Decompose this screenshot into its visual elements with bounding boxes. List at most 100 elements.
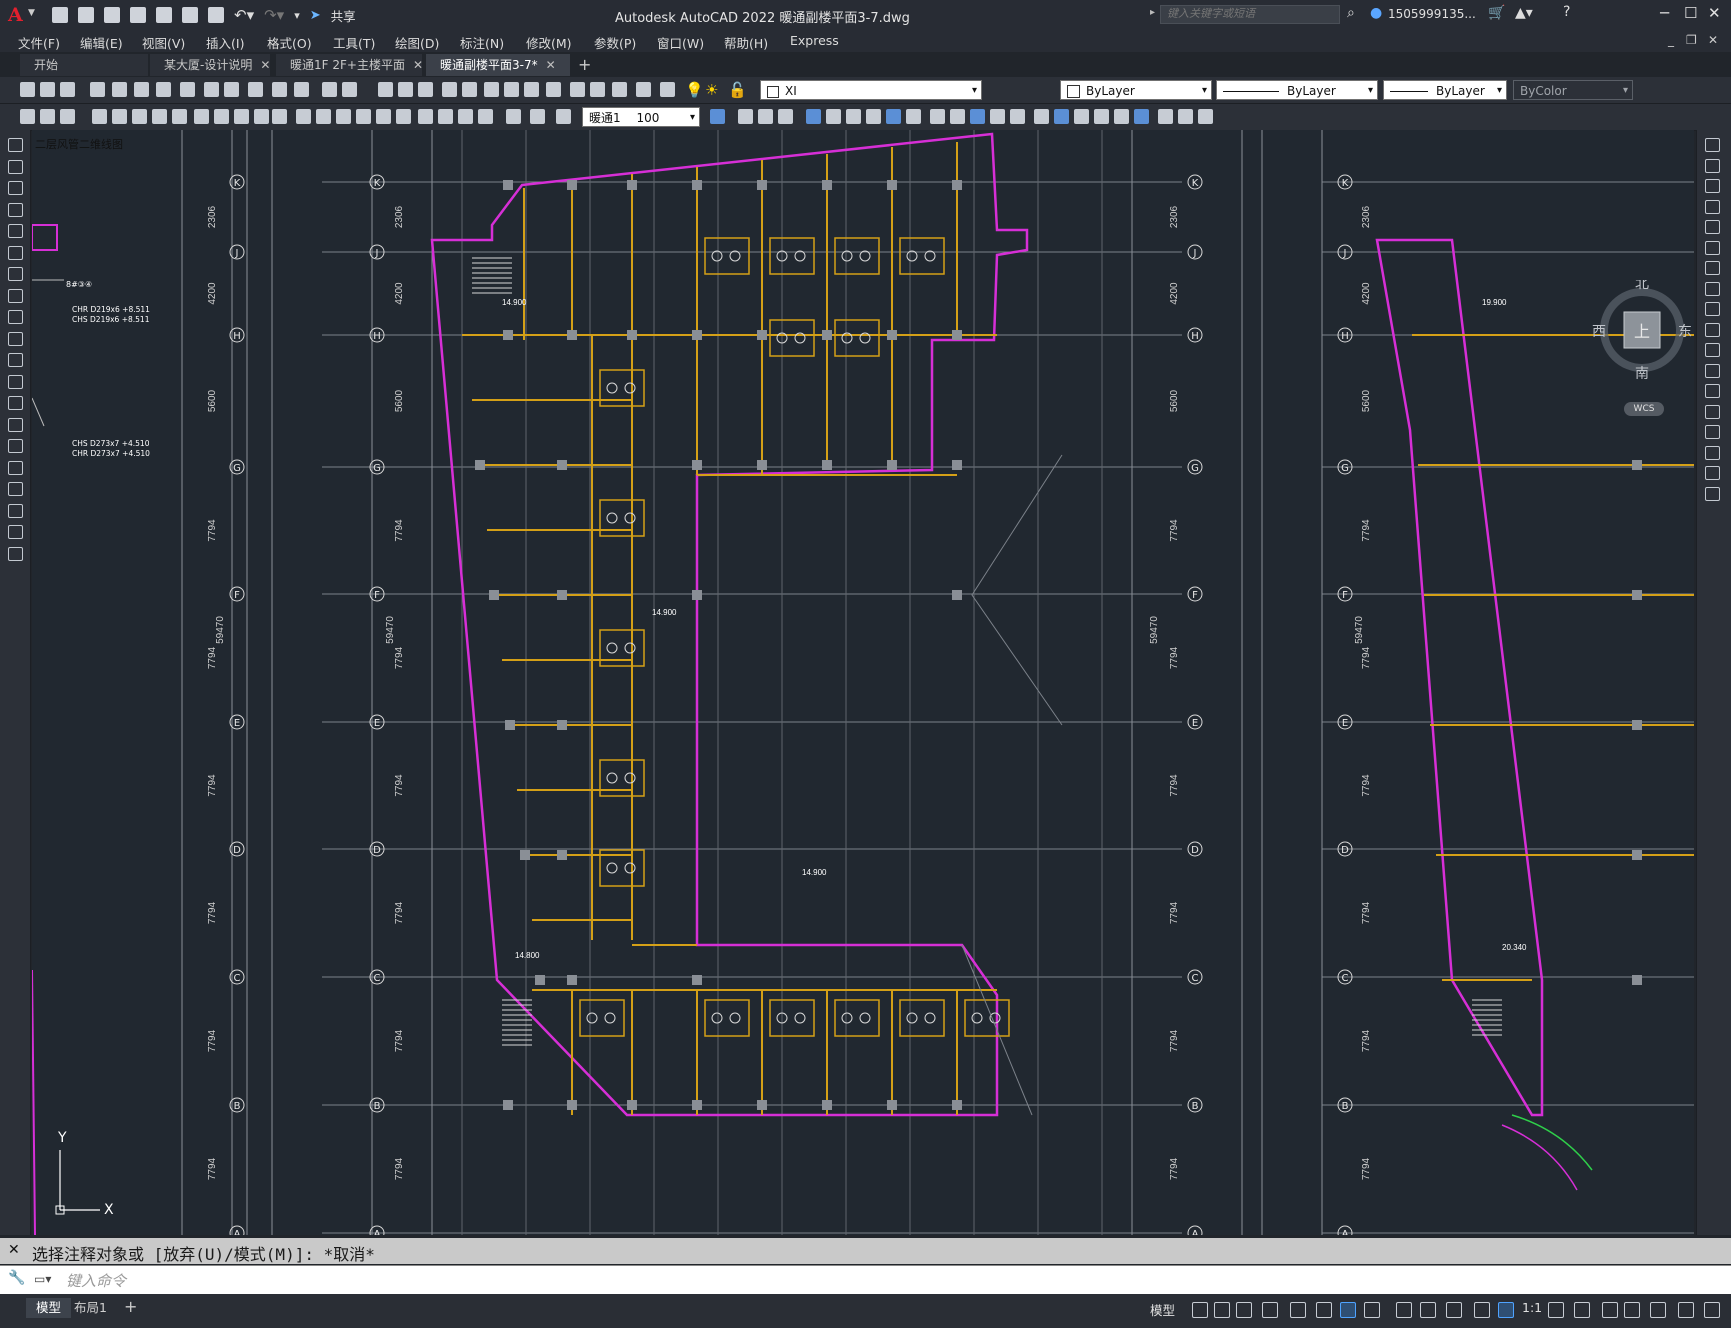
status-toggle-icon[interactable] [1704,1302,1720,1318]
draw-tool-icon[interactable] [8,331,23,346]
user-icon[interactable]: ● [1370,5,1382,21]
dimension-tool-icon[interactable] [92,109,107,124]
dimension-tool-icon[interactable] [336,109,351,124]
dimension-tool-icon[interactable] [1054,109,1069,124]
status-toggle-icon[interactable] [1498,1302,1514,1318]
dimension-tool-icon[interactable] [172,109,187,124]
dimension-tool-icon[interactable] [254,109,269,124]
dimension-tool-icon[interactable] [396,109,411,124]
dimension-tool-icon[interactable] [376,109,391,124]
dimension-tool-icon[interactable] [886,109,901,124]
standard-tool-icon[interactable] [524,82,539,97]
standard-tool-icon[interactable] [570,82,585,97]
dimension-tool-icon[interactable] [1094,109,1109,124]
new-tab-icon[interactable]: + [578,55,591,74]
share-icon[interactable]: ➤ [310,8,321,23]
draw-tool-icon[interactable] [8,546,23,561]
dimension-tool-icon[interactable] [194,109,209,124]
doc-close-icon[interactable]: ✕ [1708,33,1718,47]
plot-icon[interactable] [208,7,224,23]
tab-hvac-annex-3-7[interactable]: 暖通副楼平面3-7* ✕ [426,54,570,76]
dimension-tool-icon[interactable] [990,109,1005,124]
status-toggle-icon[interactable] [1474,1302,1490,1318]
status-toggle-icon[interactable] [1602,1302,1618,1318]
status-toggle-icon[interactable] [1446,1302,1462,1318]
dimension-tool-icon[interactable] [710,109,725,124]
menu-modify[interactable]: 修改(M) [526,33,572,52]
minimize-icon[interactable]: ─ [1660,4,1669,22]
modify-tool-icon[interactable] [1705,322,1720,337]
dimension-tool-icon[interactable] [132,109,147,124]
command-input[interactable] [64,1269,1688,1293]
draw-tool-icon[interactable] [8,288,23,303]
dimension-tool-icon[interactable] [458,109,473,124]
save-to-web-icon[interactable] [182,7,198,23]
draw-tool-icon[interactable] [8,439,23,453]
modify-tool-icon[interactable] [1705,425,1720,439]
modify-tool-icon[interactable] [1705,466,1720,480]
dimension-tool-icon[interactable] [272,109,287,124]
draw-tool-icon[interactable] [8,224,23,238]
draw-tool-icon[interactable] [8,202,23,217]
dimension-tool-icon[interactable] [970,109,985,124]
wcs-button[interactable]: WCS [1624,402,1664,416]
dimension-tool-icon[interactable] [506,109,521,124]
menu-edit[interactable]: 编辑(E) [80,33,123,52]
dimension-tool-icon[interactable] [60,109,75,124]
status-toggle-icon[interactable] [1236,1302,1252,1318]
dimension-tool-icon[interactable] [418,109,433,124]
modify-tool-icon[interactable] [1705,404,1720,419]
modify-tool-icon[interactable] [1705,363,1720,378]
dimension-tool-icon[interactable] [296,109,311,124]
standard-tool-icon[interactable] [156,82,171,97]
modify-tool-icon[interactable] [1705,158,1720,173]
undo-icon[interactable]: ↶▾ [234,6,254,24]
model-space-button[interactable]: 模型 [1150,1300,1175,1319]
autodesk-app-icon[interactable]: ▲▾ [1515,5,1533,21]
dimension-tool-icon[interactable] [112,109,127,124]
modify-tool-icon[interactable] [1705,281,1720,296]
standard-tool-icon[interactable] [418,82,433,97]
dimension-tool-icon[interactable] [438,109,453,124]
dimension-tool-icon[interactable] [1114,109,1129,124]
standard-tool-icon[interactable] [612,82,627,97]
close-icon[interactable]: ✕ [1708,4,1721,22]
draw-tool-icon[interactable] [8,503,23,518]
help-icon[interactable]: ? [1563,4,1570,20]
draw-tool-icon[interactable] [8,138,23,152]
layer-lock-icon[interactable]: 🔓 [728,81,747,99]
standard-tool-icon[interactable] [20,82,35,97]
standard-tool-icon[interactable] [180,82,195,97]
menu-dimension[interactable]: 标注(N) [460,33,504,52]
close-tab-icon[interactable]: ✕ [413,58,423,72]
dimension-tool-icon[interactable] [950,109,965,124]
dimension-tool-icon[interactable] [826,109,841,124]
dimension-tool-icon[interactable] [758,109,773,124]
modify-tool-icon[interactable] [1705,138,1720,152]
standard-tool-icon[interactable] [272,82,287,97]
draw-tool-icon[interactable] [8,245,23,260]
standard-tool-icon[interactable] [590,82,605,97]
dimension-tool-icon[interactable] [556,109,571,124]
draw-tool-icon[interactable] [8,181,23,195]
standard-tool-icon[interactable] [204,82,219,97]
dimension-tool-icon[interactable] [906,109,921,124]
linetype-dropdown[interactable]: ByLayer ▾ [1216,80,1378,100]
standard-tool-icon[interactable] [90,82,105,97]
color-dropdown[interactable]: ByLayer ▾ [1060,80,1212,100]
standard-tool-icon[interactable] [224,82,239,97]
tab-design-notes[interactable]: 某大厦-设计说明 ✕ [150,54,270,76]
standard-tool-icon[interactable] [342,82,357,97]
menu-draw[interactable]: 绘图(D) [395,33,439,52]
draw-tool-icon[interactable] [8,460,23,475]
view-cube[interactable]: 上 北 南 东 西 WCS [1592,276,1692,416]
lineweight-dropdown[interactable]: ByLayer ▾ [1383,80,1507,100]
app-menu-arrow-icon[interactable]: ▼ [28,8,35,18]
dimension-tool-icon[interactable] [1034,109,1049,124]
dimension-tool-icon[interactable] [778,109,793,124]
user-account[interactable]: 1505999135... [1388,7,1476,21]
status-toggle-icon[interactable] [1574,1302,1590,1318]
status-toggle-icon[interactable] [1262,1302,1278,1318]
dimension-tool-icon[interactable] [1198,109,1213,124]
drawing-canvas[interactable]: K K K K J J J J H H H H G G G G F F F F E E E E D D D D C C C C B B B B A A A A… [32,130,1694,1235]
